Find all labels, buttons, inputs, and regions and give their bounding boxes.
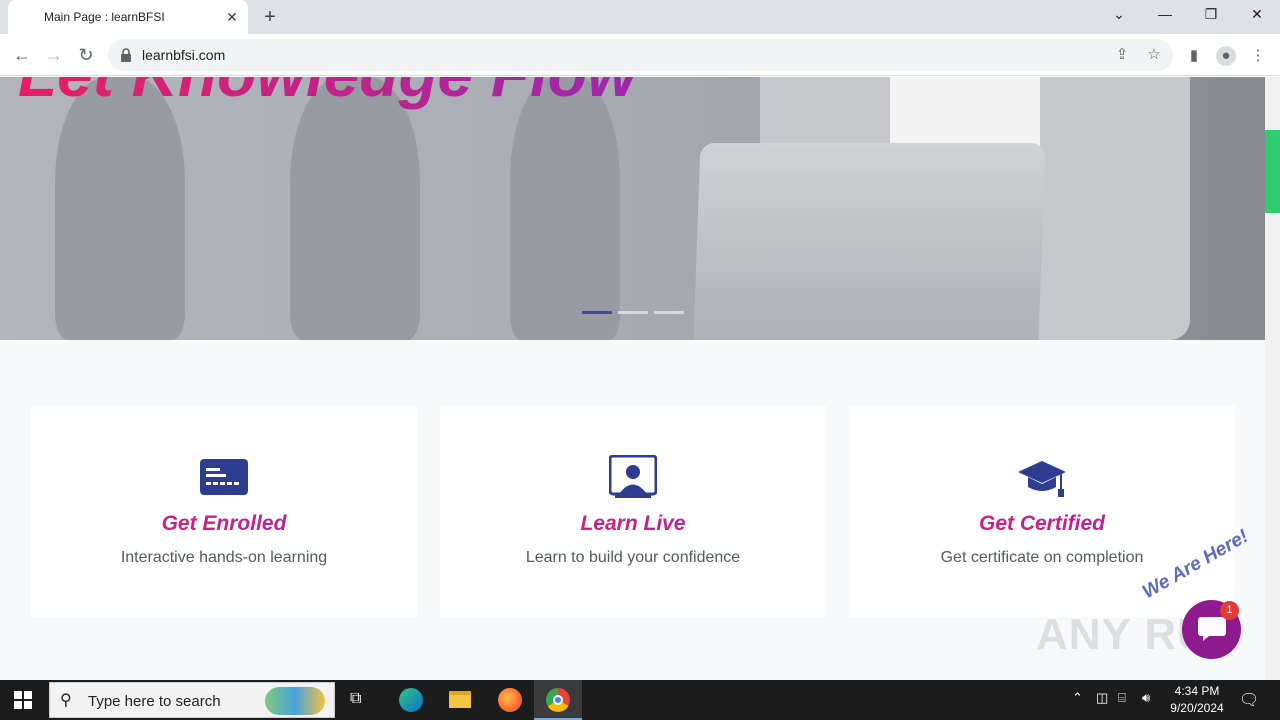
feature-card: Learn Live Learn to build your confidenc… [440, 406, 826, 617]
carousel-dot[interactable] [618, 311, 648, 314]
reload-button[interactable]: ↻ [74, 44, 98, 66]
tab-search-icon[interactable]: ⌄ [1107, 6, 1131, 26]
taskbar-search-box[interactable]: ⚲ Type here to search [49, 682, 335, 718]
carousel-dot[interactable] [654, 311, 684, 314]
browser-toolbar: ← → ↻ learnbfsi.com ⇪ ☆ ▮ ● ⋮ [0, 34, 1280, 76]
windows-taskbar: ⚲ Type here to search ⧉ ⌃ ◫ ⌸ 🔊︎ 4:34 PM… [0, 680, 1280, 720]
windows-start-icon[interactable] [14, 691, 32, 709]
close-window-button[interactable]: ✕ [1245, 6, 1269, 26]
lock-icon [121, 48, 131, 62]
chat-icon [1198, 617, 1226, 641]
notifications-icon[interactable]: 🗨︎ [1239, 690, 1259, 710]
card-description: Learn to build your confidence [525, 549, 741, 566]
hero-title: Let Knowledge Flow [18, 77, 637, 111]
page-viewport: Let Knowledge Flow Get Enrolled Interact… [0, 77, 1265, 680]
forward-button[interactable]: → [42, 44, 66, 66]
hero-banner: Let Knowledge Flow [0, 77, 1265, 340]
back-button[interactable]: ← [10, 44, 34, 66]
clock-time: 4:34 PM [1174, 684, 1220, 698]
network-icon[interactable]: ⌸ [1118, 690, 1126, 706]
tab-close-icon[interactable]: ✕ [224, 9, 240, 25]
address-bar[interactable]: learnbfsi.com ⇪ ☆ [108, 39, 1173, 71]
bookmark-star-icon[interactable]: ☆ [1145, 46, 1163, 64]
id-card-icon [200, 459, 248, 495]
chrome-icon[interactable] [534, 680, 582, 720]
profile-avatar-icon[interactable]: ● [1216, 46, 1236, 66]
file-explorer-icon[interactable] [436, 680, 484, 720]
feature-card: Get Enrolled Interactive hands-on learni… [31, 406, 417, 617]
search-placeholder: Type here to search [88, 693, 221, 710]
carousel-dot[interactable] [582, 311, 612, 314]
browser-tab-strip: Main Page : learnBFSI ✕ + ⌄ — ❐ ✕ [0, 0, 1280, 34]
firefox-icon[interactable] [486, 680, 534, 720]
clock-date: 9/20/2024 [1170, 701, 1224, 715]
feature-cards: Get Enrolled Interactive hands-on learni… [0, 406, 1265, 617]
meet-now-icon[interactable]: ◫ [1096, 690, 1108, 706]
presentation-icon [609, 455, 657, 498]
taskbar-clock[interactable]: 4:34 PM 9/20/2024 [1158, 683, 1236, 717]
url-text: learnbfsi.com [142, 47, 226, 63]
card-title: Get Enrolled [31, 512, 417, 536]
search-icon: ⚲ [60, 692, 72, 709]
browser-tab[interactable]: Main Page : learnBFSI ✕ [8, 0, 248, 34]
minimize-button[interactable]: — [1153, 6, 1177, 26]
menu-kebab-icon[interactable]: ⋮ [1248, 46, 1268, 66]
new-tab-button[interactable]: + [259, 7, 281, 29]
laptop-image [693, 143, 1046, 340]
share-icon[interactable]: ⇪ [1113, 46, 1131, 64]
volume-icon[interactable]: 🔊︎ [1142, 690, 1150, 706]
edge-icon[interactable] [386, 680, 434, 720]
tray-chevron-icon[interactable]: ⌃ [1072, 690, 1083, 706]
scroll-thumb[interactable] [1265, 130, 1280, 213]
graduation-cap-icon [1018, 461, 1066, 497]
card-description: Interactive hands-on learning [120, 549, 328, 566]
task-view-icon[interactable]: ⧉ [336, 680, 384, 720]
tab-title: Main Page : learnBFSI [44, 10, 165, 24]
side-panel-icon[interactable]: ▮ [1184, 46, 1204, 66]
page-scrollbar[interactable] [1265, 77, 1280, 680]
restore-button[interactable]: ❐ [1199, 6, 1223, 26]
chat-notification-badge: 1 [1220, 601, 1239, 620]
card-title: Learn Live [440, 512, 826, 536]
search-highlight-icon [265, 687, 325, 715]
card-title: Get Certified [849, 512, 1235, 536]
